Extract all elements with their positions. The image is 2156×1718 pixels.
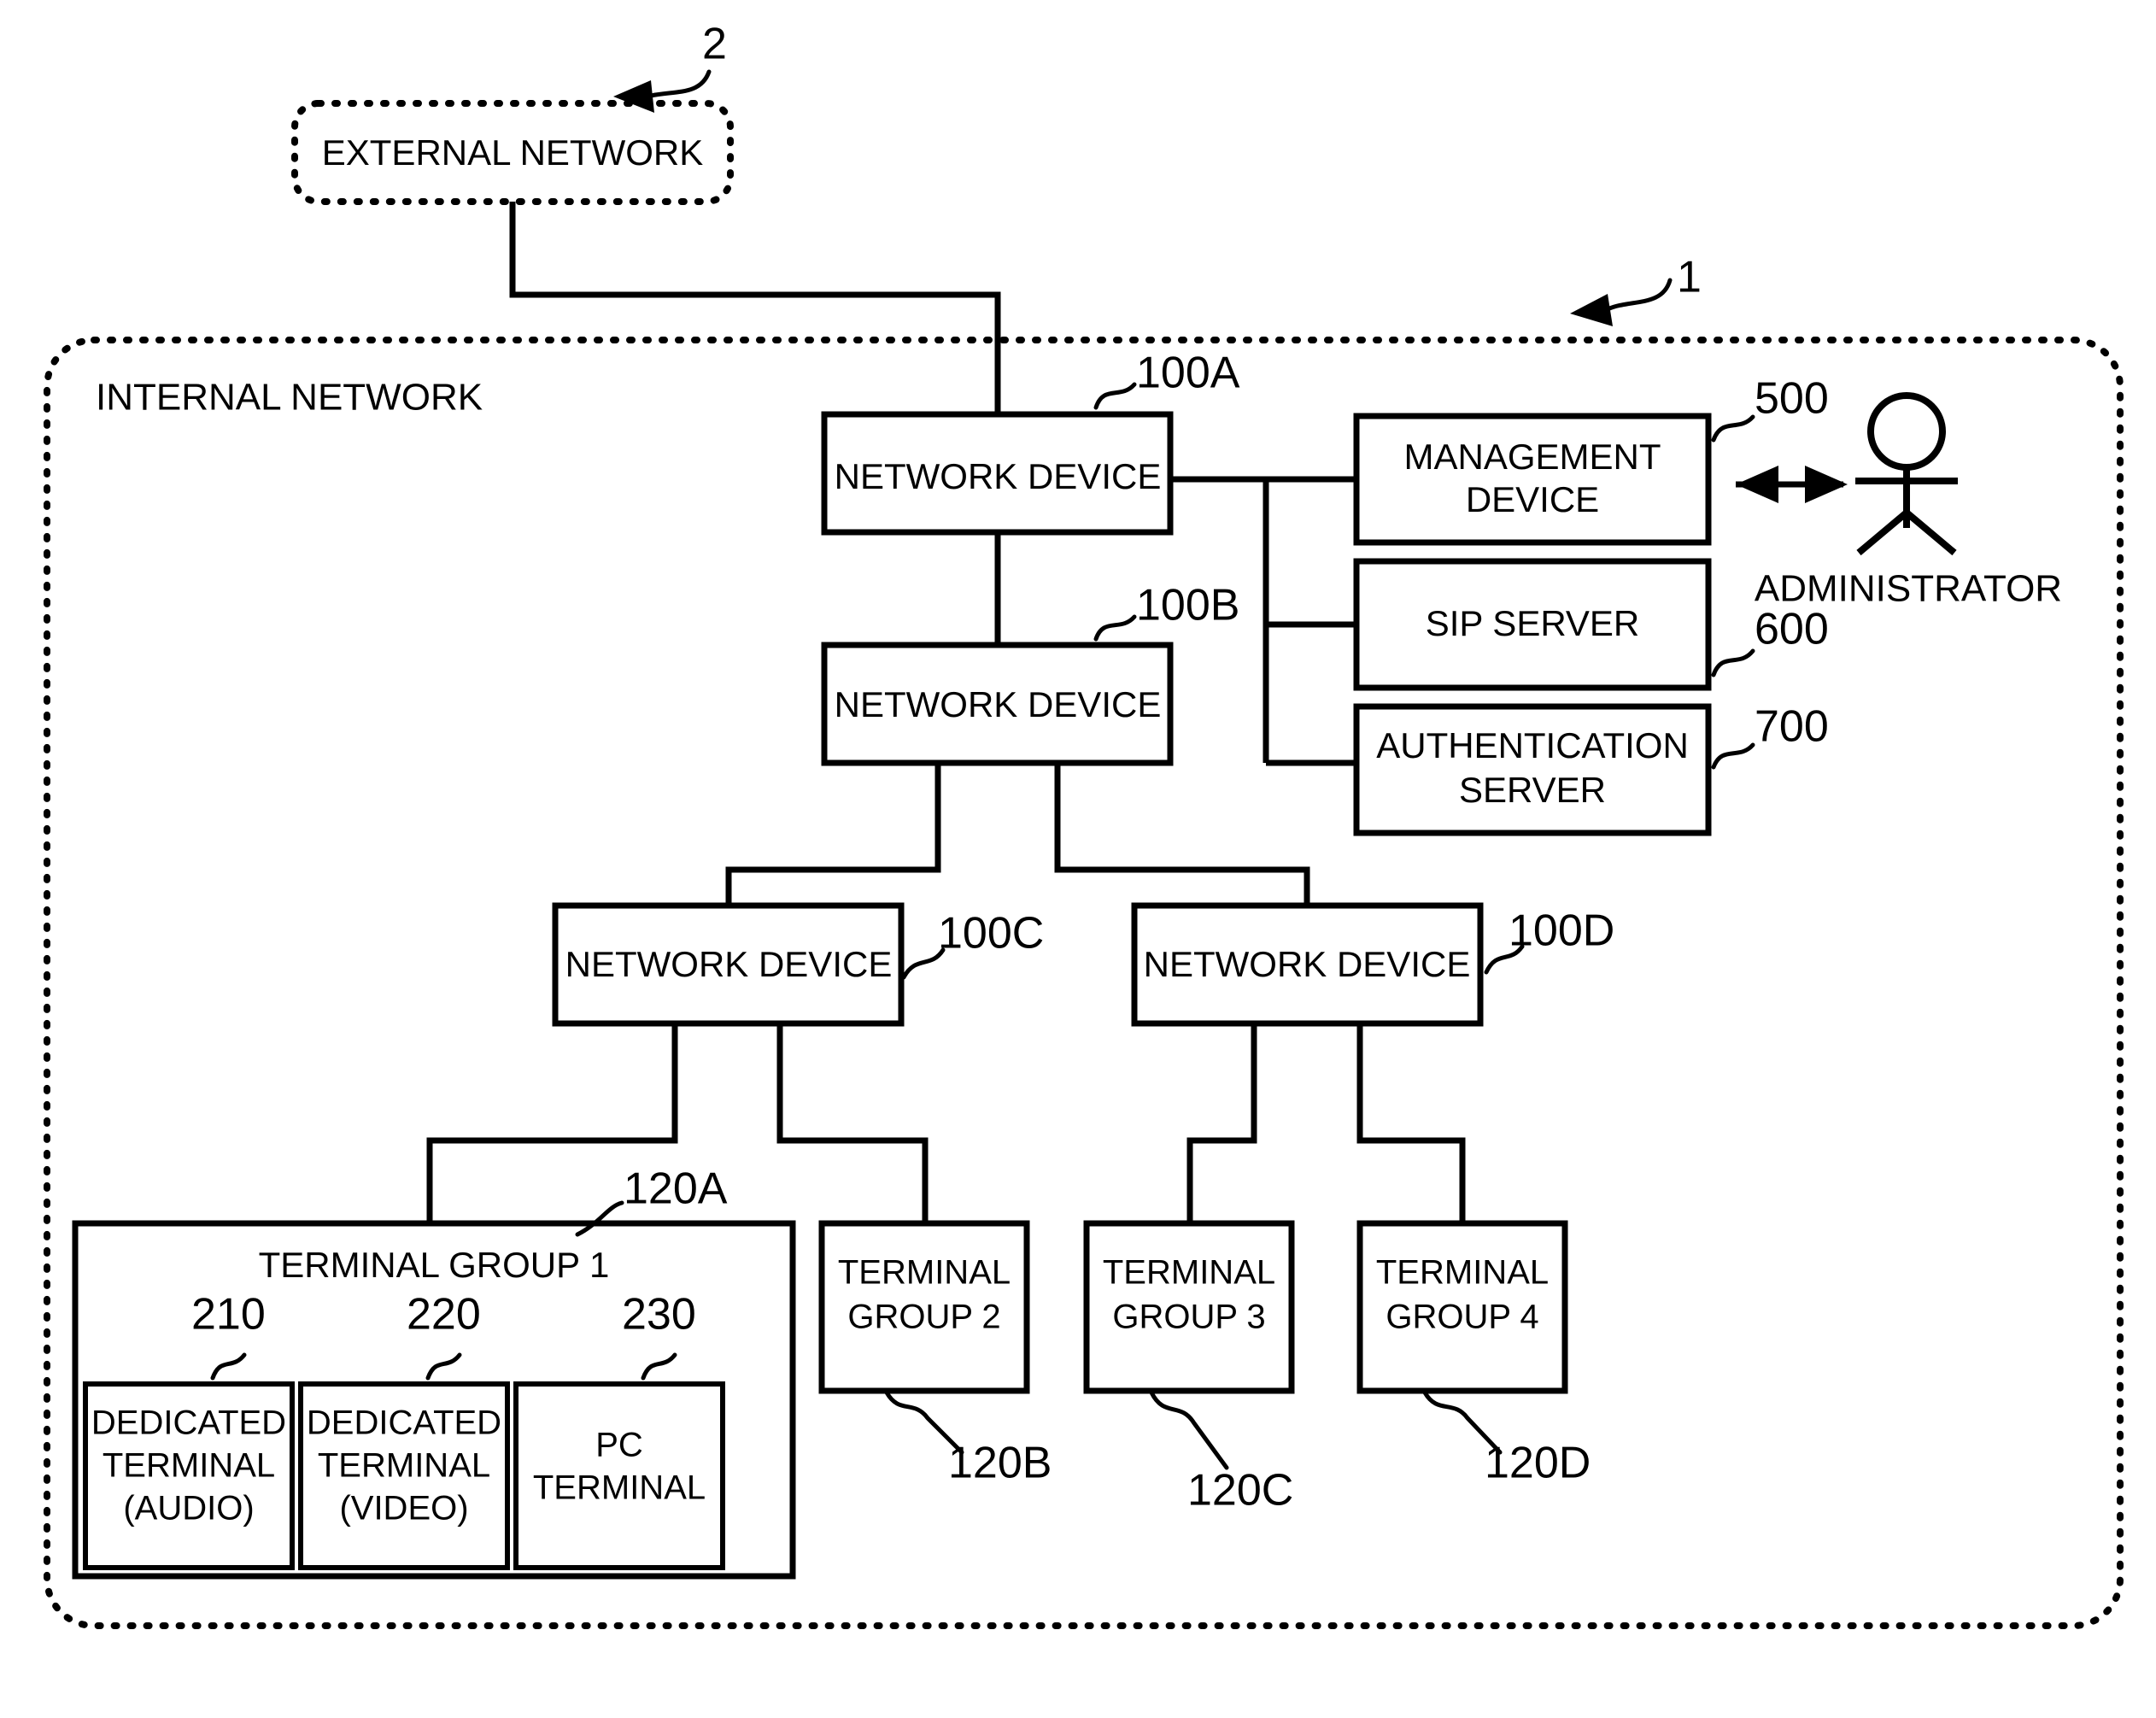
ref-500-label: 500: [1755, 374, 1829, 424]
dedicated-terminal-video-line3: (VIDEO): [339, 1490, 468, 1527]
authentication-server-label-line1: AUTHENTICATION: [1376, 725, 1689, 765]
ref-100c-label: 100C: [938, 909, 1044, 959]
sip-server-label: SIP SERVER: [1426, 603, 1640, 643]
terminal-group-3-line2: GROUP 3: [1112, 1299, 1265, 1336]
external-network-node: EXTERNAL NETWORK: [291, 100, 734, 205]
ref-1-arrowhead: [1570, 294, 1613, 326]
authentication-server-label-line2: SERVER: [1459, 770, 1606, 810]
ref-600-label: 600: [1755, 605, 1829, 654]
management-device-label-line2: DEVICE: [1466, 479, 1599, 519]
terminal-group-1-label: TERMINAL GROUP 1: [259, 1245, 610, 1285]
network-device-100c-label: NETWORK DEVICE: [565, 944, 893, 984]
ref-120d-label: 120D: [1485, 1439, 1591, 1488]
dedicated-terminal-audio-line1: DEDICATED: [91, 1404, 286, 1442]
ref-700-label: 700: [1755, 702, 1829, 752]
ref-210-label: 210: [191, 1290, 266, 1340]
ref-120c-label: 120C: [1187, 1466, 1293, 1516]
management-device-label-line1: MANAGEMENT: [1403, 437, 1661, 477]
terminal-group-2-line2: GROUP 2: [847, 1299, 1000, 1336]
ref-220-label: 220: [407, 1290, 481, 1340]
dedicated-terminal-audio-line3: (AUDIO): [123, 1490, 254, 1527]
patent-figure-network-diagram: EXTERNAL NETWORK 2 INTERNAL NETWORK 1 NE…: [0, 0, 2156, 1718]
ref-120a-label: 120A: [624, 1164, 728, 1214]
network-device-100b-label: NETWORK DEVICE: [835, 684, 1162, 724]
ref-230-label: 230: [622, 1290, 696, 1340]
pc-terminal-line1: PC: [595, 1427, 643, 1464]
network-device-100a-label: NETWORK DEVICE: [835, 456, 1162, 496]
ref-100b-label: 100B: [1136, 581, 1239, 630]
terminal-group-4-line2: GROUP 4: [1386, 1299, 1538, 1336]
ref-1-label: 1: [1677, 253, 1702, 302]
dedicated-terminal-video-line2: TERMINAL: [318, 1447, 490, 1485]
ref-2-leader-line: [648, 69, 712, 98]
external-network-label: EXTERNAL NETWORK: [322, 132, 704, 173]
ref-marker-2: 2: [613, 20, 727, 113]
ref-120b-label: 120B: [948, 1439, 1052, 1488]
ref-2-label: 2: [702, 20, 727, 69]
dedicated-terminal-video-line1: DEDICATED: [307, 1404, 501, 1442]
terminal-group-3-line1: TERMINAL: [1103, 1254, 1275, 1292]
ref-1-leader-line: [1605, 278, 1673, 312]
dedicated-terminal-audio-line2: TERMINAL: [103, 1447, 275, 1485]
terminal-group-2-line1: TERMINAL: [838, 1254, 1011, 1292]
ref-100a-label: 100A: [1136, 349, 1240, 398]
ref-marker-1: 1: [1570, 253, 1702, 326]
ref-100d-label: 100D: [1509, 906, 1614, 956]
network-device-100d-label: NETWORK DEVICE: [1144, 944, 1471, 984]
internal-network-label: INTERNAL NETWORK: [96, 377, 483, 419]
administrator-label: ADMINISTRATOR: [1755, 568, 2062, 610]
terminal-group-4-line1: TERMINAL: [1376, 1254, 1549, 1292]
terminal-group-1: TERMINAL GROUP 1 120A DEDICATED TERMINAL…: [72, 1164, 796, 1580]
pc-terminal-line2: TERMINAL: [533, 1469, 706, 1507]
